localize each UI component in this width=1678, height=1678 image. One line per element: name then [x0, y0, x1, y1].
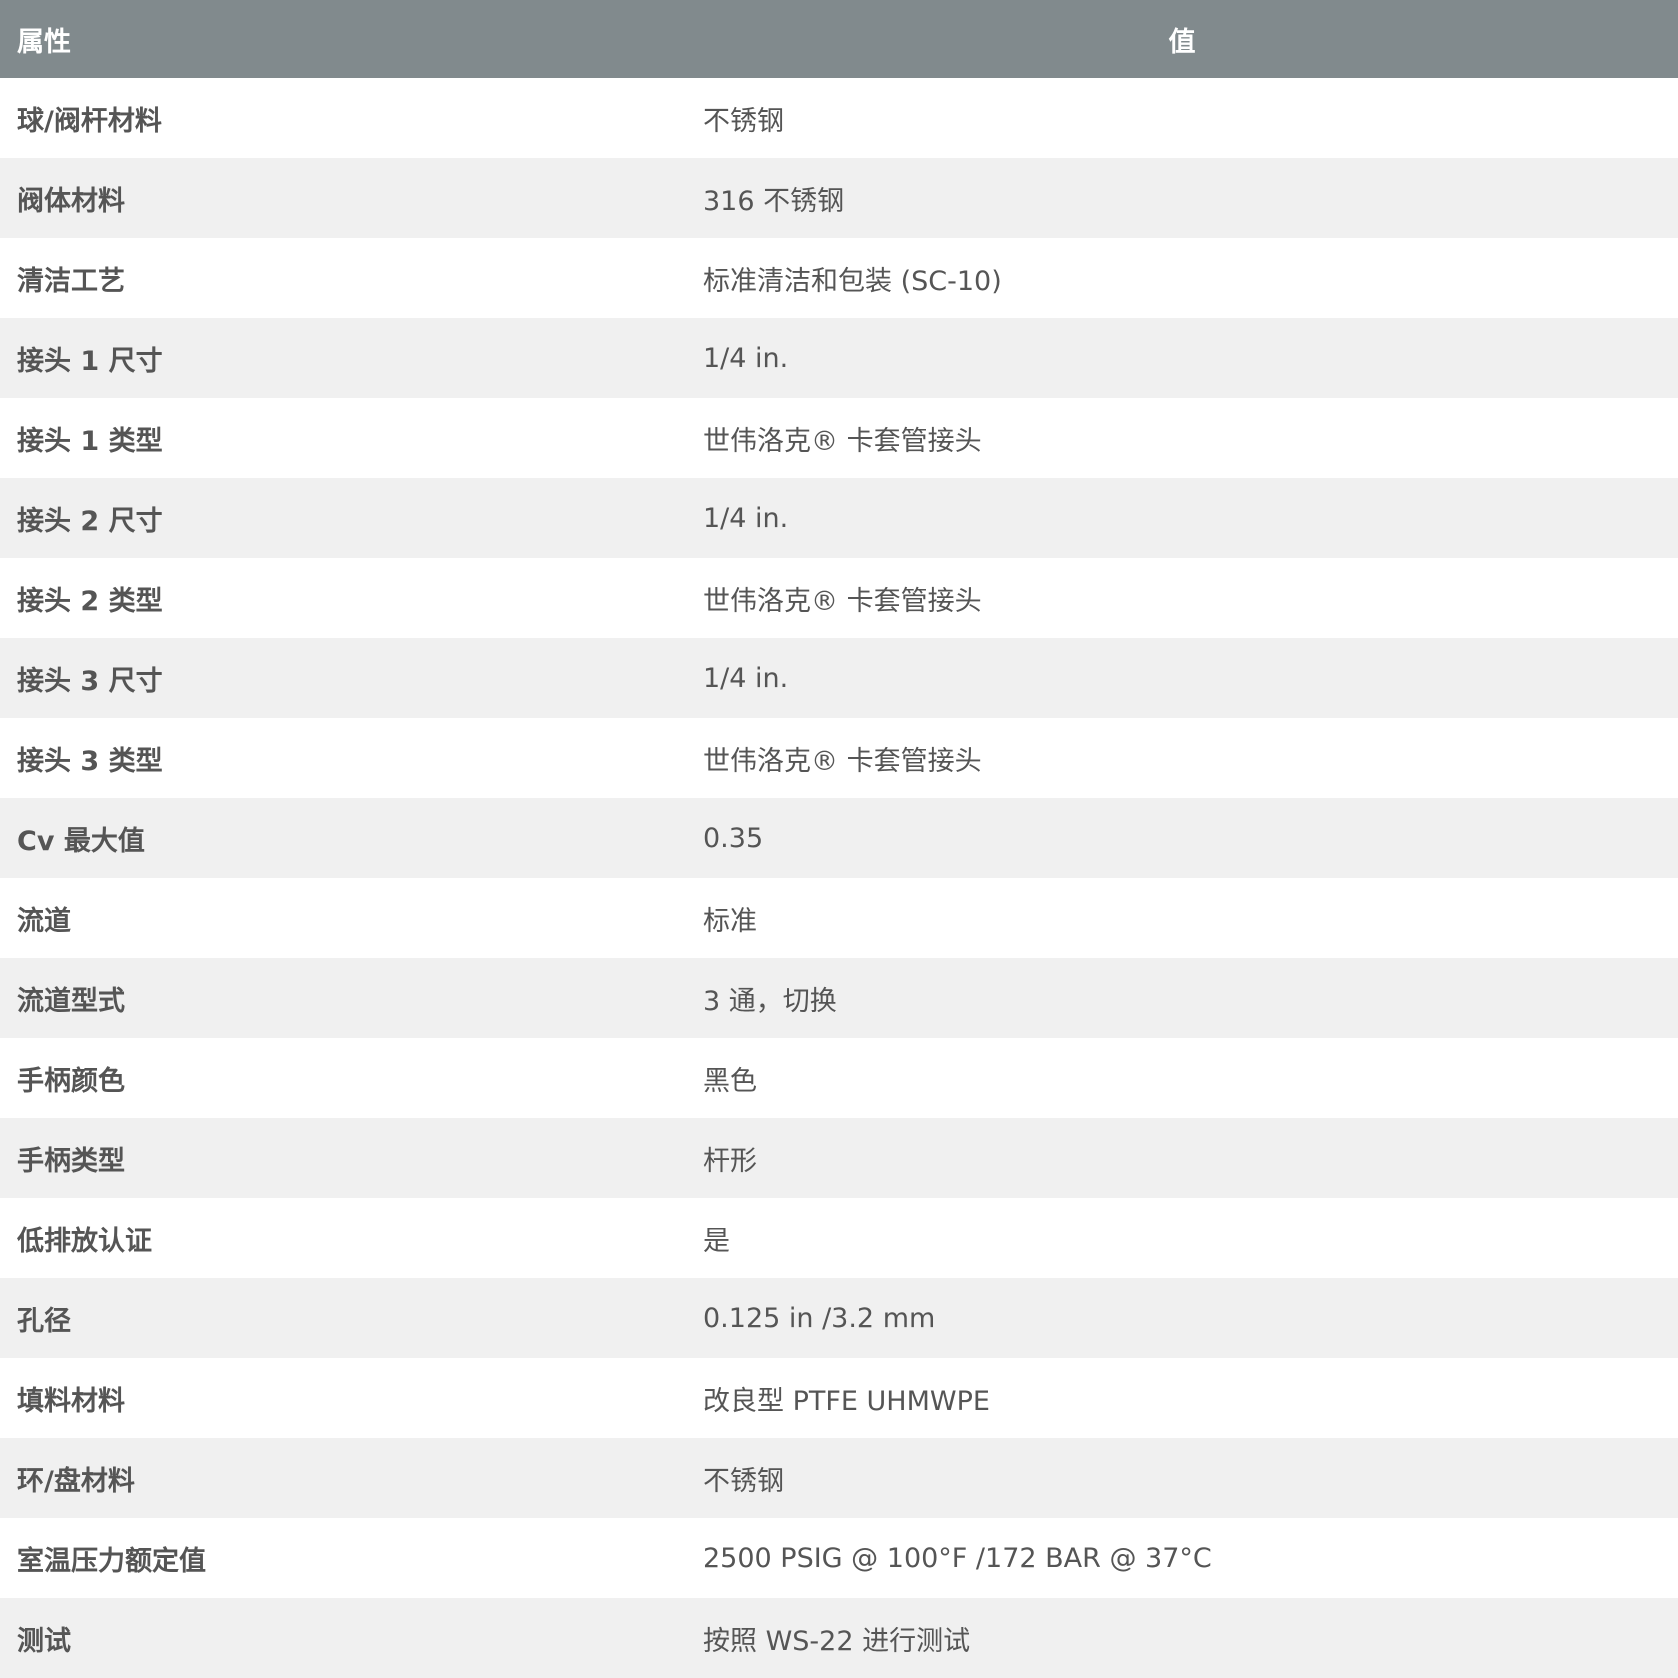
- value-cell: 世伟洛克® 卡套管接头: [686, 398, 1678, 478]
- value-cell: 316 不锈钢: [686, 158, 1678, 238]
- value-cell: 世伟洛克® 卡套管接头: [686, 558, 1678, 638]
- attribute-cell: 接头 3 尺寸: [0, 638, 686, 718]
- table-row: 室温压力额定值 2500 PSIG @ 100°F /172 BAR @ 37°…: [0, 1518, 1678, 1598]
- specifications-table: 属性 值 球/阀杆材料 不锈钢 阀体材料 316 不锈钢 清洁工艺 标准清洁和包…: [0, 0, 1678, 1678]
- table-row: 孔径 0.125 in /3.2 mm: [0, 1278, 1678, 1358]
- attribute-cell: 流道型式: [0, 958, 686, 1038]
- attribute-cell: 手柄颜色: [0, 1038, 686, 1118]
- table-row: 低排放认证 是: [0, 1198, 1678, 1278]
- attribute-cell: 手柄类型: [0, 1118, 686, 1198]
- value-cell: 不锈钢: [686, 78, 1678, 158]
- attribute-cell: 球/阀杆材料: [0, 78, 686, 158]
- attribute-cell: 环/盘材料: [0, 1438, 686, 1518]
- table-row: 填料材料 改良型 PTFE UHMWPE: [0, 1358, 1678, 1438]
- table-row: 手柄颜色 黑色: [0, 1038, 1678, 1118]
- table-row: 阀体材料 316 不锈钢: [0, 158, 1678, 238]
- table-row: 球/阀杆材料 不锈钢: [0, 78, 1678, 158]
- value-column-header: 值: [686, 0, 1678, 78]
- attribute-column-header: 属性: [0, 0, 686, 78]
- table-row: 接头 1 类型 世伟洛克® 卡套管接头: [0, 398, 1678, 478]
- value-cell: 2500 PSIG @ 100°F /172 BAR @ 37°C: [686, 1518, 1678, 1598]
- table-row: 接头 3 类型 世伟洛克® 卡套管接头: [0, 718, 1678, 798]
- value-cell: 按照 WS-22 进行测试: [686, 1598, 1678, 1678]
- attribute-cell: 阀体材料: [0, 158, 686, 238]
- table-row: 流道型式 3 通，切换: [0, 958, 1678, 1038]
- table-row: 清洁工艺 标准清洁和包装 (SC-10): [0, 238, 1678, 318]
- attribute-cell: 孔径: [0, 1278, 686, 1358]
- value-cell: 0.35: [686, 798, 1678, 878]
- value-cell: 世伟洛克® 卡套管接头: [686, 718, 1678, 798]
- attribute-cell: 低排放认证: [0, 1198, 686, 1278]
- table-row: 接头 2 尺寸 1/4 in.: [0, 478, 1678, 558]
- attribute-cell: 接头 2 尺寸: [0, 478, 686, 558]
- value-cell: 杆形: [686, 1118, 1678, 1198]
- value-cell: 标准清洁和包装 (SC-10): [686, 238, 1678, 318]
- table-row: 接头 2 类型 世伟洛克® 卡套管接头: [0, 558, 1678, 638]
- attribute-cell: 接头 3 类型: [0, 718, 686, 798]
- table-row: 接头 1 尺寸 1/4 in.: [0, 318, 1678, 398]
- attribute-cell: 测试: [0, 1598, 686, 1678]
- attribute-cell: 清洁工艺: [0, 238, 686, 318]
- value-cell: 标准: [686, 878, 1678, 958]
- table-row: 环/盘材料 不锈钢: [0, 1438, 1678, 1518]
- value-cell: 3 通，切换: [686, 958, 1678, 1038]
- table-row: 测试 按照 WS-22 进行测试: [0, 1598, 1678, 1678]
- attribute-cell: 接头 2 类型: [0, 558, 686, 638]
- value-cell: 改良型 PTFE UHMWPE: [686, 1358, 1678, 1438]
- table-row: 接头 3 尺寸 1/4 in.: [0, 638, 1678, 718]
- table-body: 球/阀杆材料 不锈钢 阀体材料 316 不锈钢 清洁工艺 标准清洁和包装 (SC…: [0, 78, 1678, 1678]
- value-cell: 不锈钢: [686, 1438, 1678, 1518]
- value-cell: 1/4 in.: [686, 318, 1678, 398]
- table-row: 流道 标准: [0, 878, 1678, 958]
- attribute-cell: 接头 1 类型: [0, 398, 686, 478]
- value-cell: 0.125 in /3.2 mm: [686, 1278, 1678, 1358]
- value-cell: 1/4 in.: [686, 638, 1678, 718]
- attribute-cell: Cv 最大值: [0, 798, 686, 878]
- attribute-cell: 室温压力额定值: [0, 1518, 686, 1598]
- attribute-cell: 流道: [0, 878, 686, 958]
- table-row: 手柄类型 杆形: [0, 1118, 1678, 1198]
- value-cell: 是: [686, 1198, 1678, 1278]
- attribute-cell: 接头 1 尺寸: [0, 318, 686, 398]
- table-row: Cv 最大值 0.35: [0, 798, 1678, 878]
- value-cell: 黑色: [686, 1038, 1678, 1118]
- table-header-row: 属性 值: [0, 0, 1678, 78]
- value-cell: 1/4 in.: [686, 478, 1678, 558]
- attribute-cell: 填料材料: [0, 1358, 686, 1438]
